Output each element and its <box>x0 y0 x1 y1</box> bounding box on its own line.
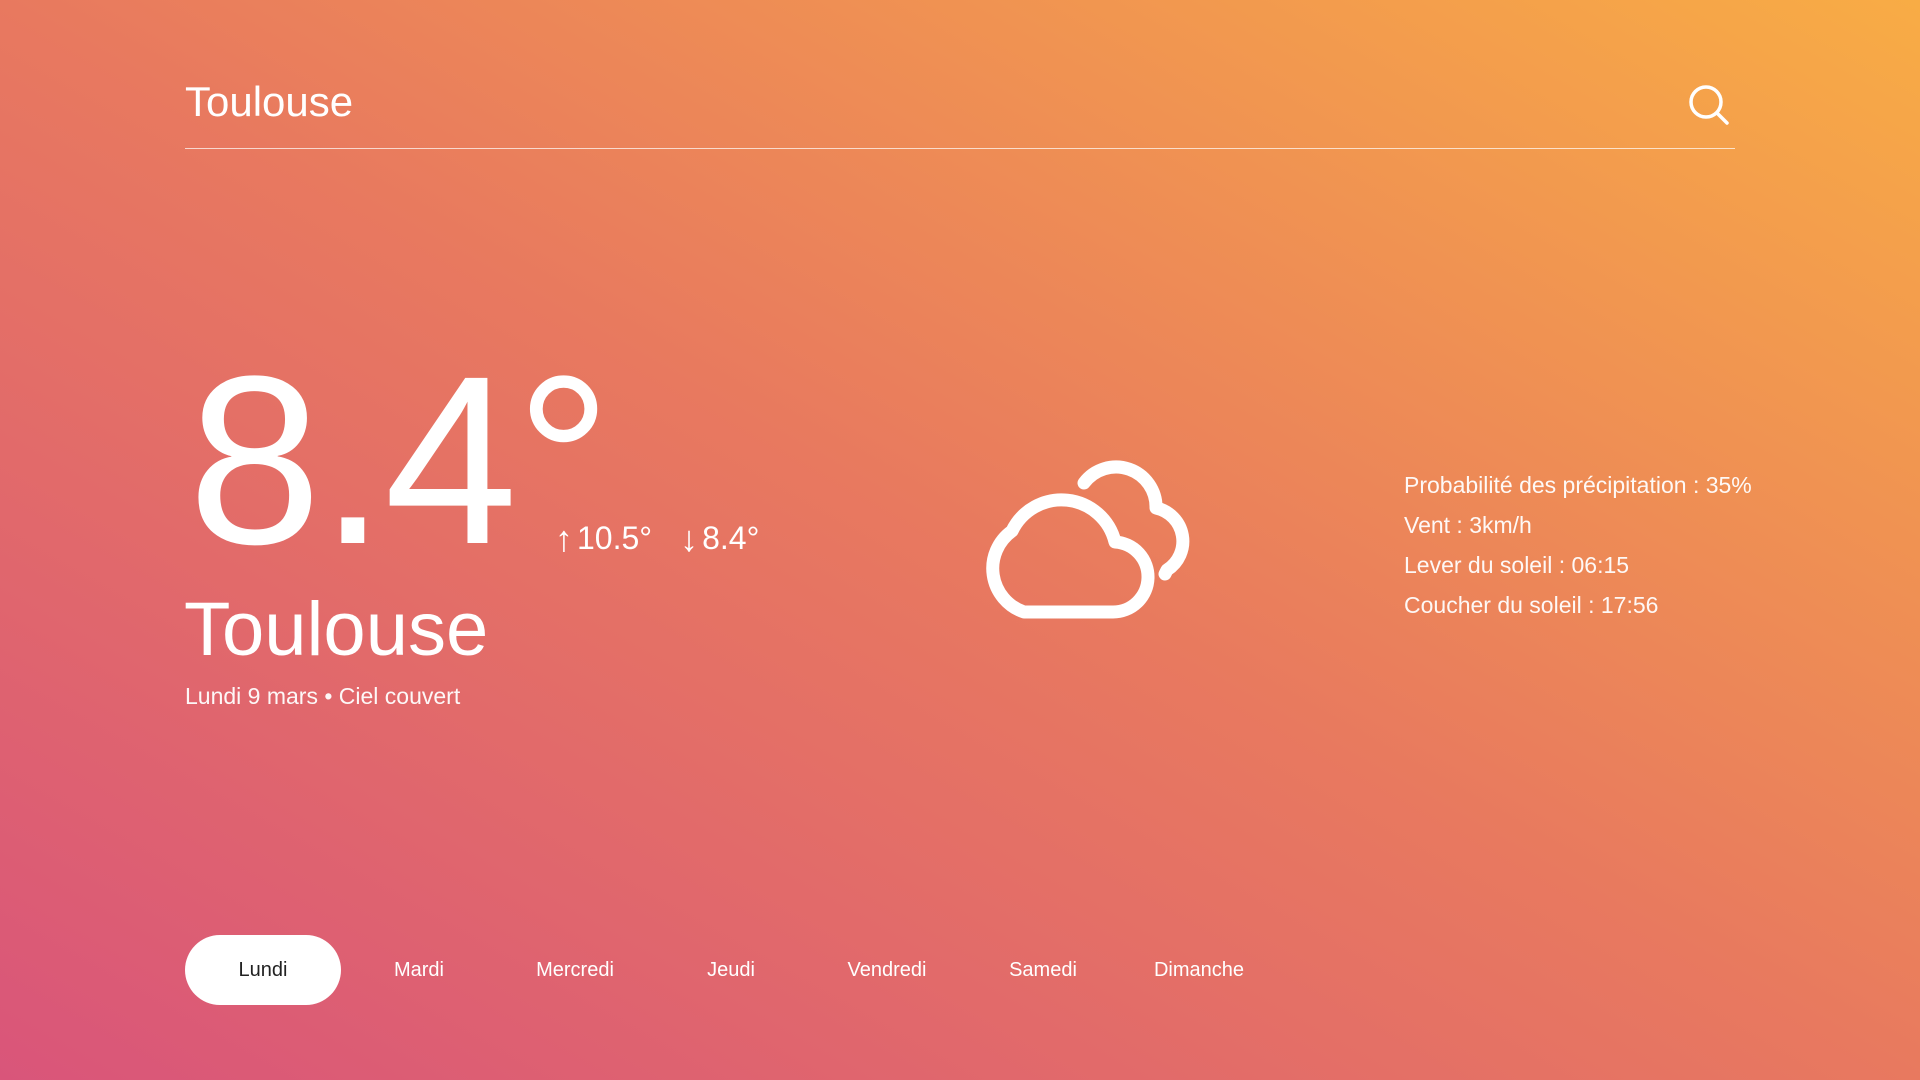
weather-details: Probabilité des précipitation : 35% Vent… <box>1404 465 1752 625</box>
max-temperature: ↑ 10.5° <box>555 520 652 557</box>
day-tab-mardi[interactable]: Mardi <box>341 935 497 1005</box>
min-max-temperature: ↑ 10.5° ↓ 8.4° <box>555 520 759 557</box>
day-tab-dimanche[interactable]: Dimanche <box>1121 935 1277 1005</box>
day-tab-jeudi[interactable]: Jeudi <box>653 935 809 1005</box>
cloudy-icon <box>986 460 1190 619</box>
arrow-up-icon: ↑ <box>555 517 573 559</box>
precipitation-probability: Probabilité des précipitation : 35% <box>1404 472 1752 498</box>
day-tab-lundi[interactable]: Lundi <box>185 935 341 1005</box>
search-input[interactable] <box>185 72 1635 132</box>
date-condition: Lundi 9 mars • Ciel couvert <box>185 683 461 709</box>
city-name: Toulouse <box>184 587 489 672</box>
wind-speed: Vent : 3km/h <box>1404 512 1532 538</box>
day-tab-samedi[interactable]: Samedi <box>965 935 1121 1005</box>
max-temperature-value: 10.5° <box>577 520 653 556</box>
arrow-down-icon: ↓ <box>680 517 699 559</box>
sunset: Coucher du soleil : 17:56 <box>1404 592 1659 618</box>
search-button[interactable] <box>1685 82 1733 130</box>
search-icon <box>1689 84 1729 125</box>
min-temperature: ↓ 8.4° <box>680 520 759 557</box>
min-temperature-value: 8.4° <box>702 520 760 556</box>
search-bar <box>185 72 1735 149</box>
day-tab-mercredi[interactable]: Mercredi <box>497 935 653 1005</box>
day-selector: Lundi Mardi Mercredi Jeudi Vendredi Same… <box>185 935 1277 1005</box>
sunrise: Lever du soleil : 06:15 <box>1404 552 1630 578</box>
current-temperature: 8.4° <box>188 326 612 594</box>
day-tab-vendredi[interactable]: Vendredi <box>809 935 965 1005</box>
